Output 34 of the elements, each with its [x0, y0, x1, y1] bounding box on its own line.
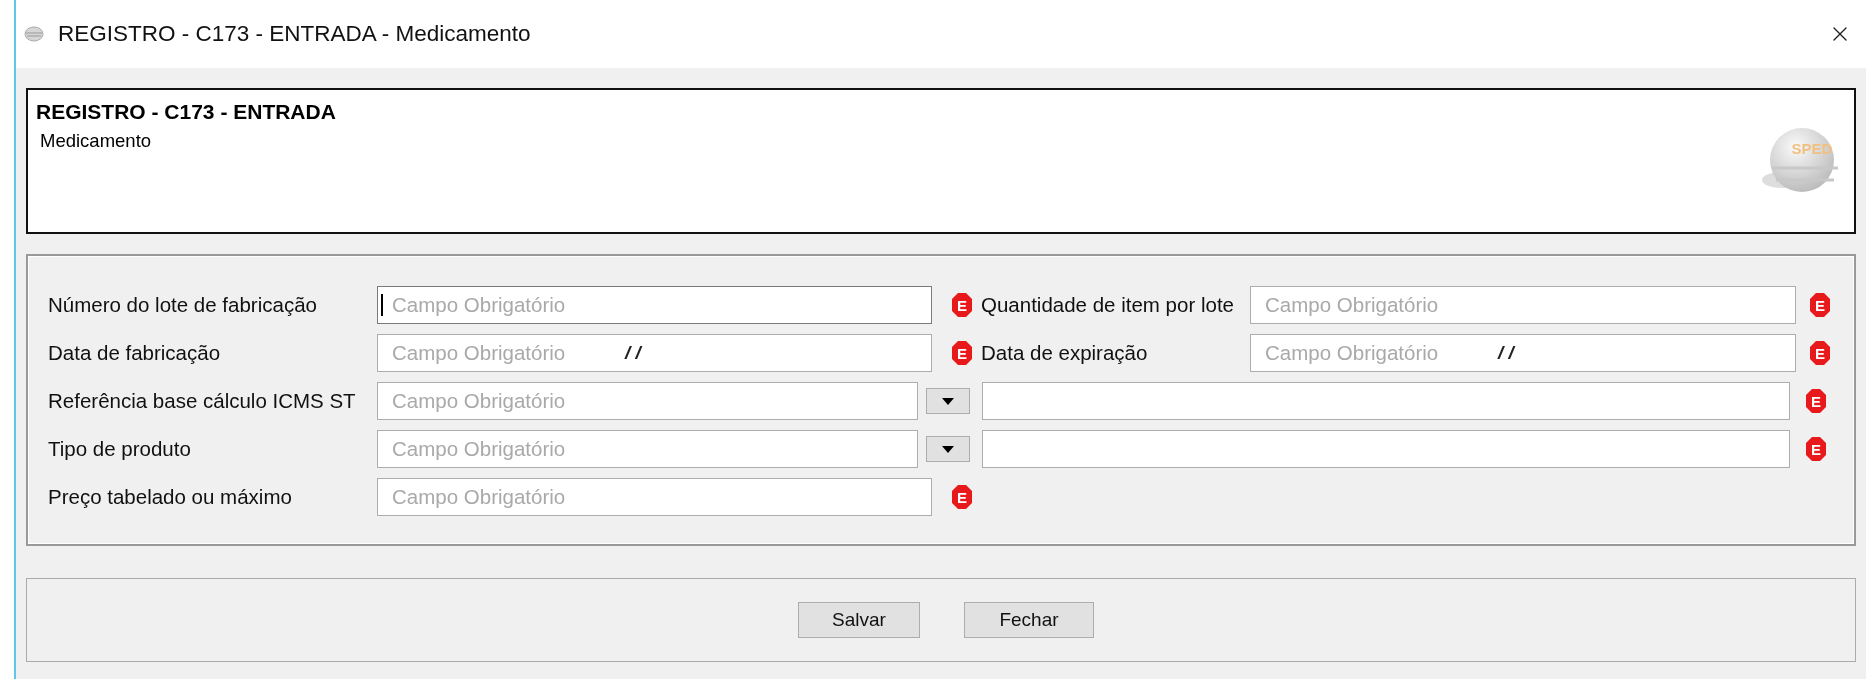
error-icon: E: [1806, 437, 1826, 461]
field-label: Quantidade de item por lote: [981, 293, 1235, 317]
text-cursor: [381, 294, 383, 316]
field-label: Data de expiração: [981, 341, 1149, 365]
error-icon: E: [952, 293, 972, 317]
window-title: REGISTRO - C173 - ENTRADA - Medicamento: [58, 21, 532, 47]
header-title: REGISTRO - C173 - ENTRADA: [36, 100, 336, 124]
field-label: Número do lote de fabricação: [48, 293, 318, 317]
input-field[interactable]: Campo Obrigatório: [377, 430, 918, 468]
field-label: Data de fabricação: [48, 341, 222, 365]
field-label: Referência base cálculo ICMS ST: [48, 389, 357, 413]
input-field[interactable]: [982, 430, 1790, 468]
app-icon: [24, 26, 44, 42]
input-field[interactable]: Campo Obrigatório: [377, 382, 918, 420]
field-label: Tipo de produto: [48, 437, 192, 461]
error-icon: E: [1810, 341, 1830, 365]
date-mask: / /: [1498, 342, 1514, 364]
caret-down-icon: [942, 445, 954, 453]
error-icon: E: [952, 341, 972, 365]
dropdown-button[interactable]: [926, 436, 970, 462]
header-subtitle: Medicamento: [39, 130, 153, 152]
dropdown-button[interactable]: [926, 388, 970, 414]
error-icon: E: [1806, 389, 1826, 413]
input-field[interactable]: Campo Obrigatório: [377, 286, 932, 324]
field-label: Preço tabelado ou máximo: [48, 485, 293, 509]
date-mask: / /: [625, 342, 641, 364]
input-field[interactable]: Campo Obrigatório: [377, 478, 932, 516]
error-icon: E: [952, 485, 972, 509]
input-field[interactable]: [982, 382, 1790, 420]
dialog-button[interactable]: Fechar: [964, 602, 1094, 638]
dialog-button[interactable]: Salvar: [798, 602, 920, 638]
input-field[interactable]: Campo Obrigatório: [1250, 286, 1796, 324]
caret-down-icon: [942, 397, 954, 405]
error-icon: E: [1810, 293, 1830, 317]
